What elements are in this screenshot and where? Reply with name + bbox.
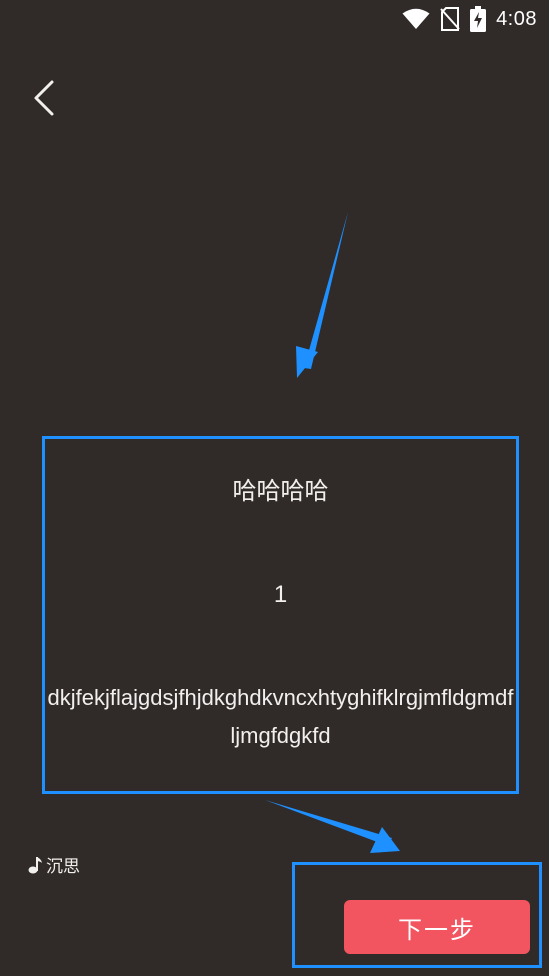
wifi-icon bbox=[402, 8, 430, 30]
music-title: 沉思 bbox=[46, 857, 80, 877]
status-time: 4:08 bbox=[496, 7, 537, 30]
card-title: 哈哈哈哈 bbox=[232, 477, 329, 505]
music-label[interactable]: 沉思 bbox=[28, 852, 80, 877]
card-number: 1 bbox=[273, 581, 288, 608]
next-step-button[interactable]: 下一步 bbox=[344, 900, 530, 954]
card-body-text: dkjfekjflajgdsjfhjdkghdkvncxhtyghifklrgj… bbox=[47, 685, 514, 748]
music-note-icon bbox=[28, 856, 42, 873]
status-icons: 4:08 bbox=[402, 6, 537, 32]
status-bar: 4:08 bbox=[0, 0, 549, 40]
battery-charging-icon bbox=[470, 6, 487, 32]
annotation-arrow-bottom bbox=[265, 800, 400, 853]
annotation-arrow-top bbox=[296, 212, 348, 378]
chevron-left-icon bbox=[34, 80, 54, 116]
back-button[interactable] bbox=[24, 74, 68, 122]
text-card: 哈哈哈哈 1 dkjfekjflajgdsjfhjdkghdkvncxhtygh… bbox=[42, 436, 519, 794]
no-sim-icon bbox=[440, 7, 460, 31]
